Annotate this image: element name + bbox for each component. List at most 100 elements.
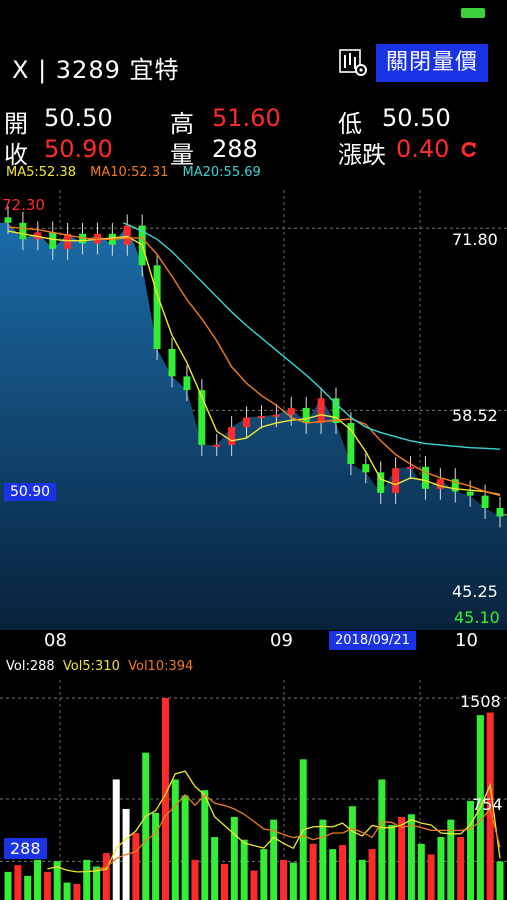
- close-value: 50.90: [44, 135, 113, 163]
- volume-bar: [211, 837, 219, 900]
- change-value: 0.40: [396, 135, 450, 163]
- volume-bar: [260, 849, 268, 900]
- ma20-label: MA20:55.69: [182, 165, 261, 180]
- candle-body: [257, 416, 265, 419]
- candle-body: [19, 222, 27, 240]
- volume-bar: [63, 882, 71, 900]
- volume-bar: [250, 870, 258, 900]
- change-label: 漲跌: [338, 141, 386, 169]
- candle-body: [436, 479, 444, 489]
- price-lower-label: 45.25: [452, 582, 498, 601]
- volume-bar: [398, 816, 406, 900]
- candle-body: [362, 464, 370, 473]
- candle-body: [466, 491, 474, 496]
- volume-bar: [289, 862, 297, 900]
- high-label: 高: [170, 110, 194, 138]
- volume-bar: [112, 779, 120, 900]
- price-chart[interactable]: [0, 190, 507, 630]
- volume-bar: [142, 752, 150, 900]
- candle-body: [228, 427, 236, 445]
- volume-bar: [358, 859, 366, 900]
- vol-label: Vol:288: [6, 659, 55, 674]
- price-upper-label: 71.80: [452, 230, 498, 249]
- high-value: 51.60: [212, 104, 281, 132]
- candle-body: [302, 407, 310, 423]
- volume-bar: [240, 839, 248, 900]
- refresh-icon[interactable]: [459, 140, 479, 160]
- volume-bar: [466, 800, 474, 900]
- current-price-tag: 50.90: [4, 483, 57, 501]
- selected-date-badge: 2018/09/21: [329, 631, 416, 650]
- volume-bar: [368, 849, 376, 900]
- date-label-08: 08: [44, 630, 67, 651]
- volume-bar: [14, 865, 22, 900]
- volume-bar: [83, 859, 91, 900]
- date-label-09: 09: [270, 630, 293, 651]
- volume-bar: [339, 845, 347, 900]
- candle-body: [421, 466, 429, 489]
- volume-bar: [102, 853, 110, 900]
- candle-body: [153, 265, 161, 349]
- volume-bar: [43, 871, 51, 900]
- volume-bar: [417, 843, 425, 900]
- vol10-label: Vol10:394: [128, 659, 194, 674]
- low-label: 低: [338, 110, 362, 138]
- price-min-label: 45.10: [454, 608, 500, 627]
- volume-bar: [73, 883, 81, 900]
- volume-bar: [427, 854, 435, 900]
- volume-bar: [447, 819, 455, 900]
- volume-bar: [171, 779, 179, 900]
- candle-body: [243, 417, 251, 428]
- candle-body: [123, 225, 131, 245]
- volume-bar: [407, 814, 415, 900]
- price-mid-label: 58.52: [452, 406, 498, 425]
- candle-body: [272, 414, 280, 417]
- volume-bar: [152, 812, 160, 900]
- volume-bar: [220, 863, 228, 900]
- chart-settings-icon[interactable]: [338, 47, 368, 77]
- volume-bar: [496, 861, 504, 900]
- candle-body: [49, 232, 57, 249]
- ma10-label: MA10:52.31: [90, 165, 169, 180]
- low-value: 50.50: [382, 104, 451, 132]
- volume-max-label: 1508: [460, 692, 501, 711]
- candle-body: [496, 507, 504, 517]
- candle-body: [481, 495, 489, 508]
- price-max-label: 72.30: [2, 196, 45, 214]
- battery-icon: [461, 8, 485, 18]
- volume-current-tag: 288: [4, 838, 47, 859]
- volume-bar: [4, 871, 12, 900]
- ma-legend: MA5:52.38 MA10:52.31 MA20:55.69: [6, 165, 271, 180]
- candle-body: [317, 398, 325, 423]
- page-title: X | 3289 宜特: [12, 56, 180, 84]
- open-value: 50.50: [44, 104, 113, 132]
- candle-body: [407, 466, 415, 469]
- candle-body: [168, 348, 176, 377]
- volume-bar: [309, 843, 317, 900]
- volume-bar: [348, 806, 356, 900]
- date-label-10: 10: [455, 630, 478, 651]
- volume-bar: [24, 875, 32, 900]
- close-price-volume-button[interactable]: 關閉量價: [376, 44, 488, 82]
- volume-bar: [329, 849, 337, 900]
- candle-body: [392, 468, 400, 493]
- volume-bar: [34, 859, 42, 900]
- open-label: 開: [4, 110, 28, 138]
- volume-mid-label: 754: [472, 795, 503, 814]
- volume-value: 288: [212, 135, 258, 163]
- candle-body: [213, 444, 221, 447]
- candle-body: [287, 407, 295, 415]
- volume-bar: [319, 819, 327, 900]
- volume-bar: [181, 795, 189, 900]
- volume-bar: [132, 833, 140, 900]
- volume-chart[interactable]: [0, 680, 507, 900]
- ma5-label: MA5:52.38: [6, 165, 76, 180]
- volume-bar: [388, 824, 396, 900]
- volume-bar: [280, 859, 288, 900]
- vol5-label: Vol5:310: [62, 659, 120, 674]
- volume-bar: [201, 790, 209, 900]
- candle-body: [4, 217, 12, 223]
- volume-bar: [191, 859, 199, 900]
- volume-bar: [378, 779, 386, 900]
- candle-body: [183, 376, 191, 391]
